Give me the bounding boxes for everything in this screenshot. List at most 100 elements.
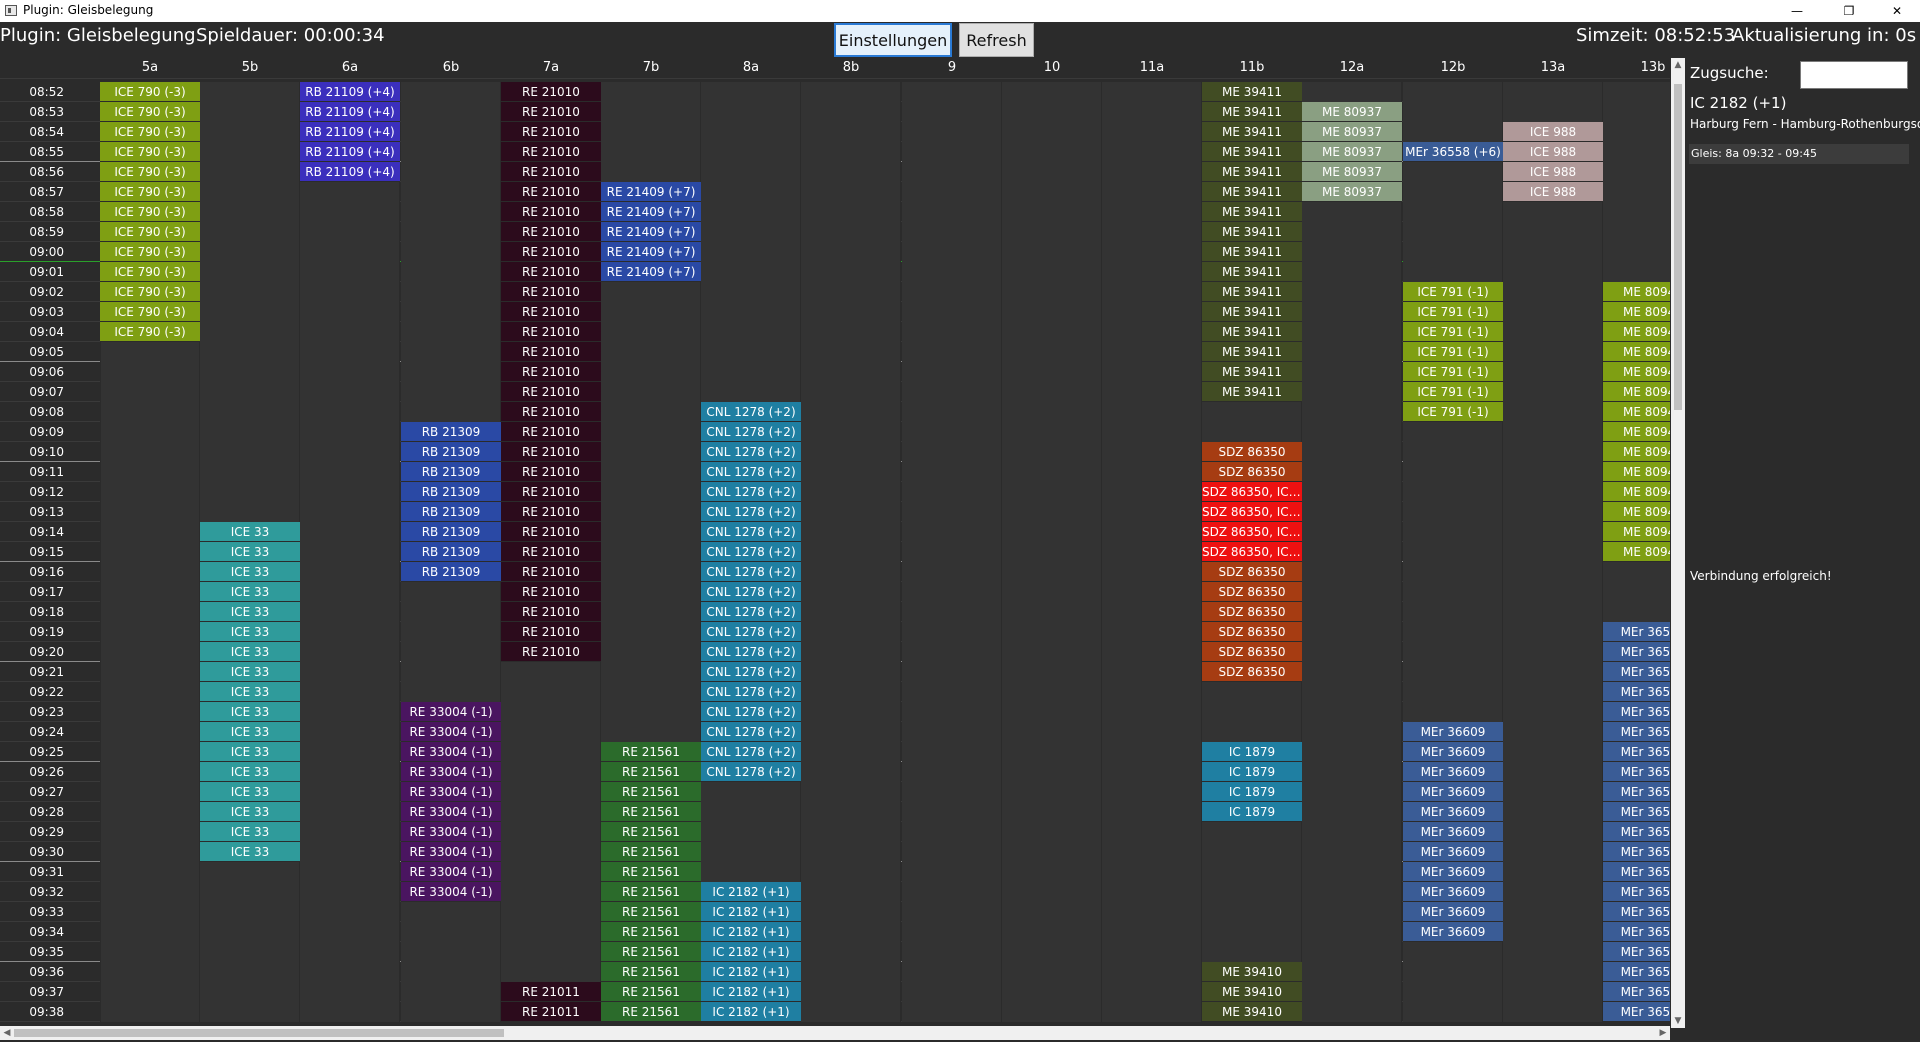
track-cell[interactable] <box>1002 862 1102 882</box>
train-label[interactable]: IC 2182 (+1) <box>701 962 801 982</box>
track-cell[interactable] <box>801 582 901 602</box>
train-label[interactable]: ICE 790 (-3) <box>100 82 200 102</box>
track-cell[interactable] <box>300 522 400 542</box>
track-cell[interactable] <box>801 362 901 382</box>
track-cell[interactable] <box>601 662 701 682</box>
track-cell[interactable] <box>100 822 200 842</box>
track-cell[interactable] <box>1102 102 1202 122</box>
train-label[interactable]: ICE 33 <box>200 522 300 542</box>
train-label[interactable]: ME 39411 <box>1202 322 1302 342</box>
track-cell[interactable] <box>1403 482 1503 502</box>
track-cell[interactable] <box>1002 202 1102 222</box>
track-cell[interactable] <box>1002 222 1102 242</box>
track-cell[interactable] <box>801 862 901 882</box>
track-cell[interactable] <box>902 182 1002 202</box>
train-label[interactable]: ME 80940 <box>1603 462 1670 482</box>
track-cell[interactable] <box>300 562 400 582</box>
track-cell[interactable] <box>1002 162 1102 182</box>
track-cell[interactable] <box>200 942 300 962</box>
track-cell[interactable] <box>1002 562 1102 582</box>
train-label[interactable]: SDZ 86350 <box>1202 622 1302 642</box>
train-label[interactable]: CNL 1278 (+2) <box>701 502 801 522</box>
train-label[interactable]: SDZ 86350, IC 1879 <box>1202 502 1302 522</box>
track-cell[interactable] <box>1403 422 1503 442</box>
train-label[interactable]: ME 39411 <box>1202 182 1302 202</box>
track-cell[interactable] <box>1102 802 1202 822</box>
track-cell[interactable] <box>601 682 701 702</box>
train-label[interactable]: MEr 36558 (+6) <box>1403 142 1503 162</box>
train-label[interactable]: ICE 790 (-3) <box>100 322 200 342</box>
track-cell[interactable] <box>1002 262 1102 282</box>
track-cell[interactable] <box>1002 762 1102 782</box>
track-cell[interactable] <box>300 982 400 1002</box>
track-cell[interactable] <box>902 882 1002 902</box>
track-cell[interactable] <box>801 782 901 802</box>
train-label[interactable]: CNL 1278 (+2) <box>701 702 801 722</box>
track-cell[interactable] <box>300 702 400 722</box>
track-cell[interactable] <box>100 402 200 422</box>
track-cell[interactable] <box>1403 602 1503 622</box>
track-cell[interactable] <box>100 662 200 682</box>
train-label[interactable]: RB 21309 <box>401 462 501 482</box>
track-cell[interactable] <box>1302 282 1402 302</box>
train-label[interactable]: ICE 33 <box>200 842 300 862</box>
track-cell[interactable] <box>1102 942 1202 962</box>
track-cell[interactable] <box>1302 222 1402 242</box>
track-cell[interactable] <box>902 982 1002 1002</box>
train-label[interactable]: RE 21010 <box>501 642 601 662</box>
track-cell[interactable] <box>701 202 801 222</box>
track-cell[interactable] <box>300 182 400 202</box>
track-cell[interactable] <box>601 582 701 602</box>
track-cell[interactable] <box>300 882 400 902</box>
train-label[interactable]: MEr 36502 <box>1603 902 1670 922</box>
track-cell[interactable] <box>1002 482 1102 502</box>
train-label[interactable]: RE 21010 <box>501 582 601 602</box>
track-cell[interactable] <box>902 342 1002 362</box>
track-cell[interactable] <box>902 942 1002 962</box>
track-cell[interactable] <box>1202 942 1302 962</box>
track-cell[interactable] <box>1503 382 1603 402</box>
track-cell[interactable] <box>601 402 701 422</box>
track-cell[interactable] <box>701 802 801 822</box>
track-cell[interactable] <box>300 742 400 762</box>
track-cell[interactable] <box>401 382 501 402</box>
train-label[interactable]: RE 33004 (-1) <box>401 862 501 882</box>
train-label[interactable]: RE 21011 <box>501 982 601 1002</box>
track-cell[interactable] <box>902 562 1002 582</box>
train-label[interactable]: RE 33004 (-1) <box>401 742 501 762</box>
track-cell[interactable] <box>1102 522 1202 542</box>
track-cell[interactable] <box>200 102 300 122</box>
track-cell[interactable] <box>1302 742 1402 762</box>
track-cell[interactable] <box>1102 502 1202 522</box>
train-label[interactable]: RE 21561 <box>601 942 701 962</box>
track-cell[interactable] <box>1503 482 1603 502</box>
track-cell[interactable] <box>1202 402 1302 422</box>
track-cell[interactable] <box>601 82 701 102</box>
track-cell[interactable] <box>1503 742 1603 762</box>
train-label[interactable]: ME 80940 <box>1603 422 1670 442</box>
track-cell[interactable] <box>1503 542 1603 562</box>
track-cell[interactable] <box>902 502 1002 522</box>
track-cell[interactable] <box>1503 862 1603 882</box>
track-cell[interactable] <box>1603 102 1670 122</box>
track-cell[interactable] <box>1302 822 1402 842</box>
scroll-left-icon[interactable]: ◀ <box>0 1026 14 1040</box>
track-cell[interactable] <box>1002 462 1102 482</box>
track-cell[interactable] <box>902 242 1002 262</box>
track-cell[interactable] <box>701 222 801 242</box>
track-cell[interactable] <box>1403 702 1503 722</box>
track-cell[interactable] <box>801 322 901 342</box>
train-block[interactable]: RE 21010 RE 21010 RE 21010 RE 21010 RE 21010… <box>501 82 601 662</box>
train-label[interactable]: CNL 1278 (+2) <box>701 582 801 602</box>
track-cell[interactable] <box>902 642 1002 662</box>
train-label[interactable]: CNL 1278 (+2) <box>701 462 801 482</box>
train-label[interactable]: RE 33004 (-1) <box>401 822 501 842</box>
train-label[interactable]: SDZ 86350 <box>1202 582 1302 602</box>
track-cell[interactable] <box>1403 522 1503 542</box>
train-label[interactable]: RE 21561 <box>601 1002 701 1022</box>
train-label[interactable]: RB 21109 (+4) <box>300 162 400 182</box>
track-cell[interactable] <box>902 782 1002 802</box>
track-cell[interactable] <box>1603 142 1670 162</box>
track-cell[interactable] <box>1302 462 1402 482</box>
track-cell[interactable] <box>601 422 701 442</box>
